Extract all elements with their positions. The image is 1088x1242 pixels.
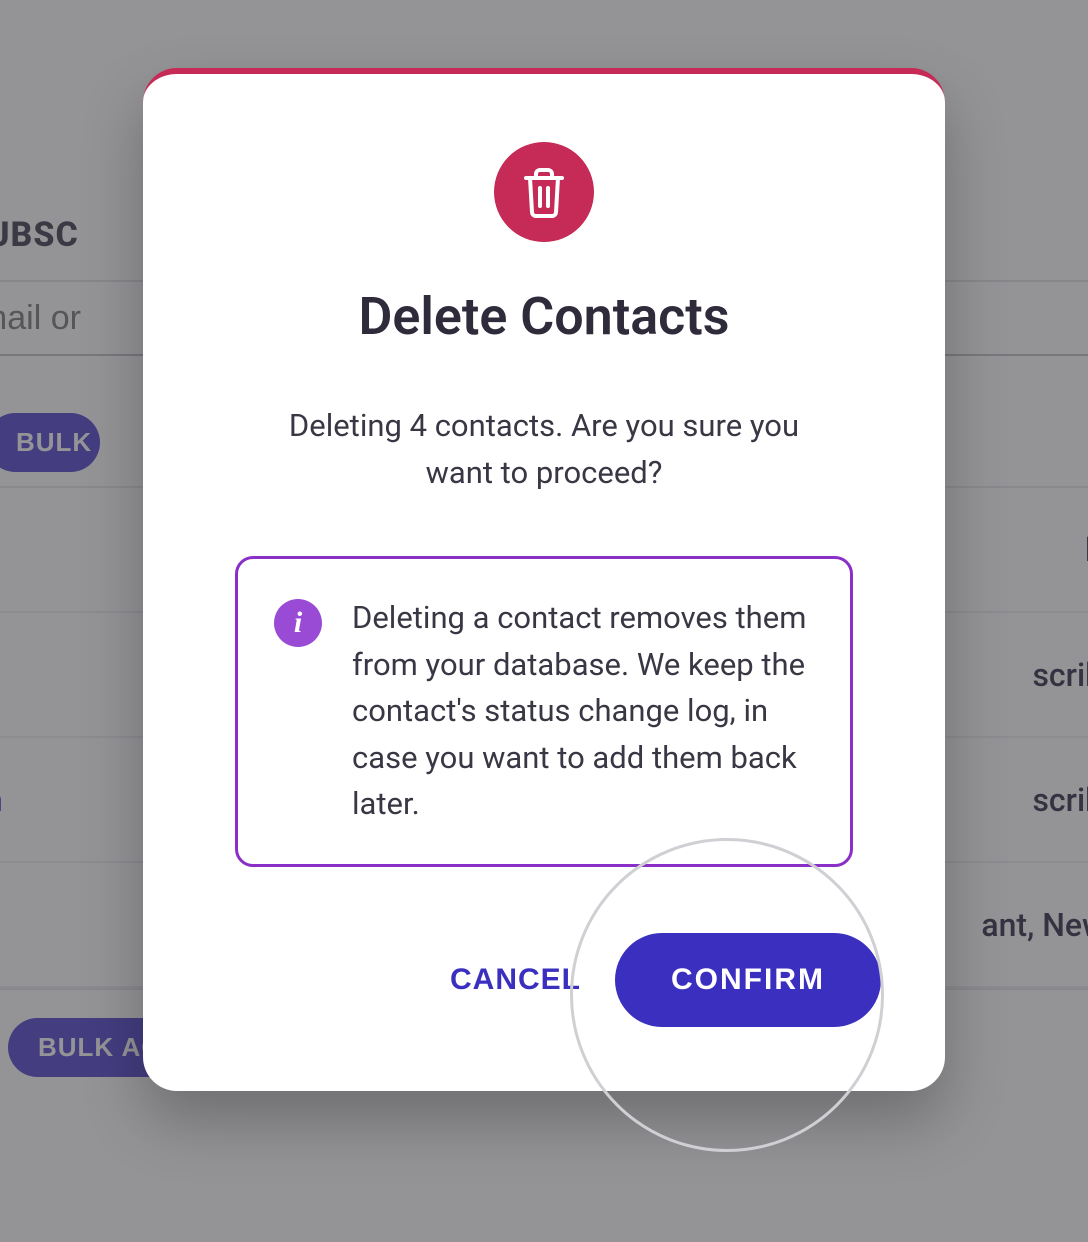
modal-overlay[interactable]: Delete Contacts Deleting 4 contacts. Are… xyxy=(0,0,1088,1242)
modal-title: Delete Contacts xyxy=(207,286,881,347)
info-icon: i xyxy=(274,599,322,647)
modal-info-text: Deleting a contact removes them from you… xyxy=(352,595,814,828)
modal-subtitle: Deleting 4 contacts. Are you sure you wa… xyxy=(264,403,824,496)
confirm-button[interactable]: CONFIRM xyxy=(615,933,881,1027)
modal-actions: CANCEL CONFIRM xyxy=(207,933,881,1027)
modal-info-box: i Deleting a contact removes them from y… xyxy=(235,556,853,867)
cancel-button[interactable]: CANCEL xyxy=(444,953,587,1007)
trash-icon xyxy=(494,142,594,242)
delete-contacts-modal: Delete Contacts Deleting 4 contacts. Are… xyxy=(143,68,945,1091)
